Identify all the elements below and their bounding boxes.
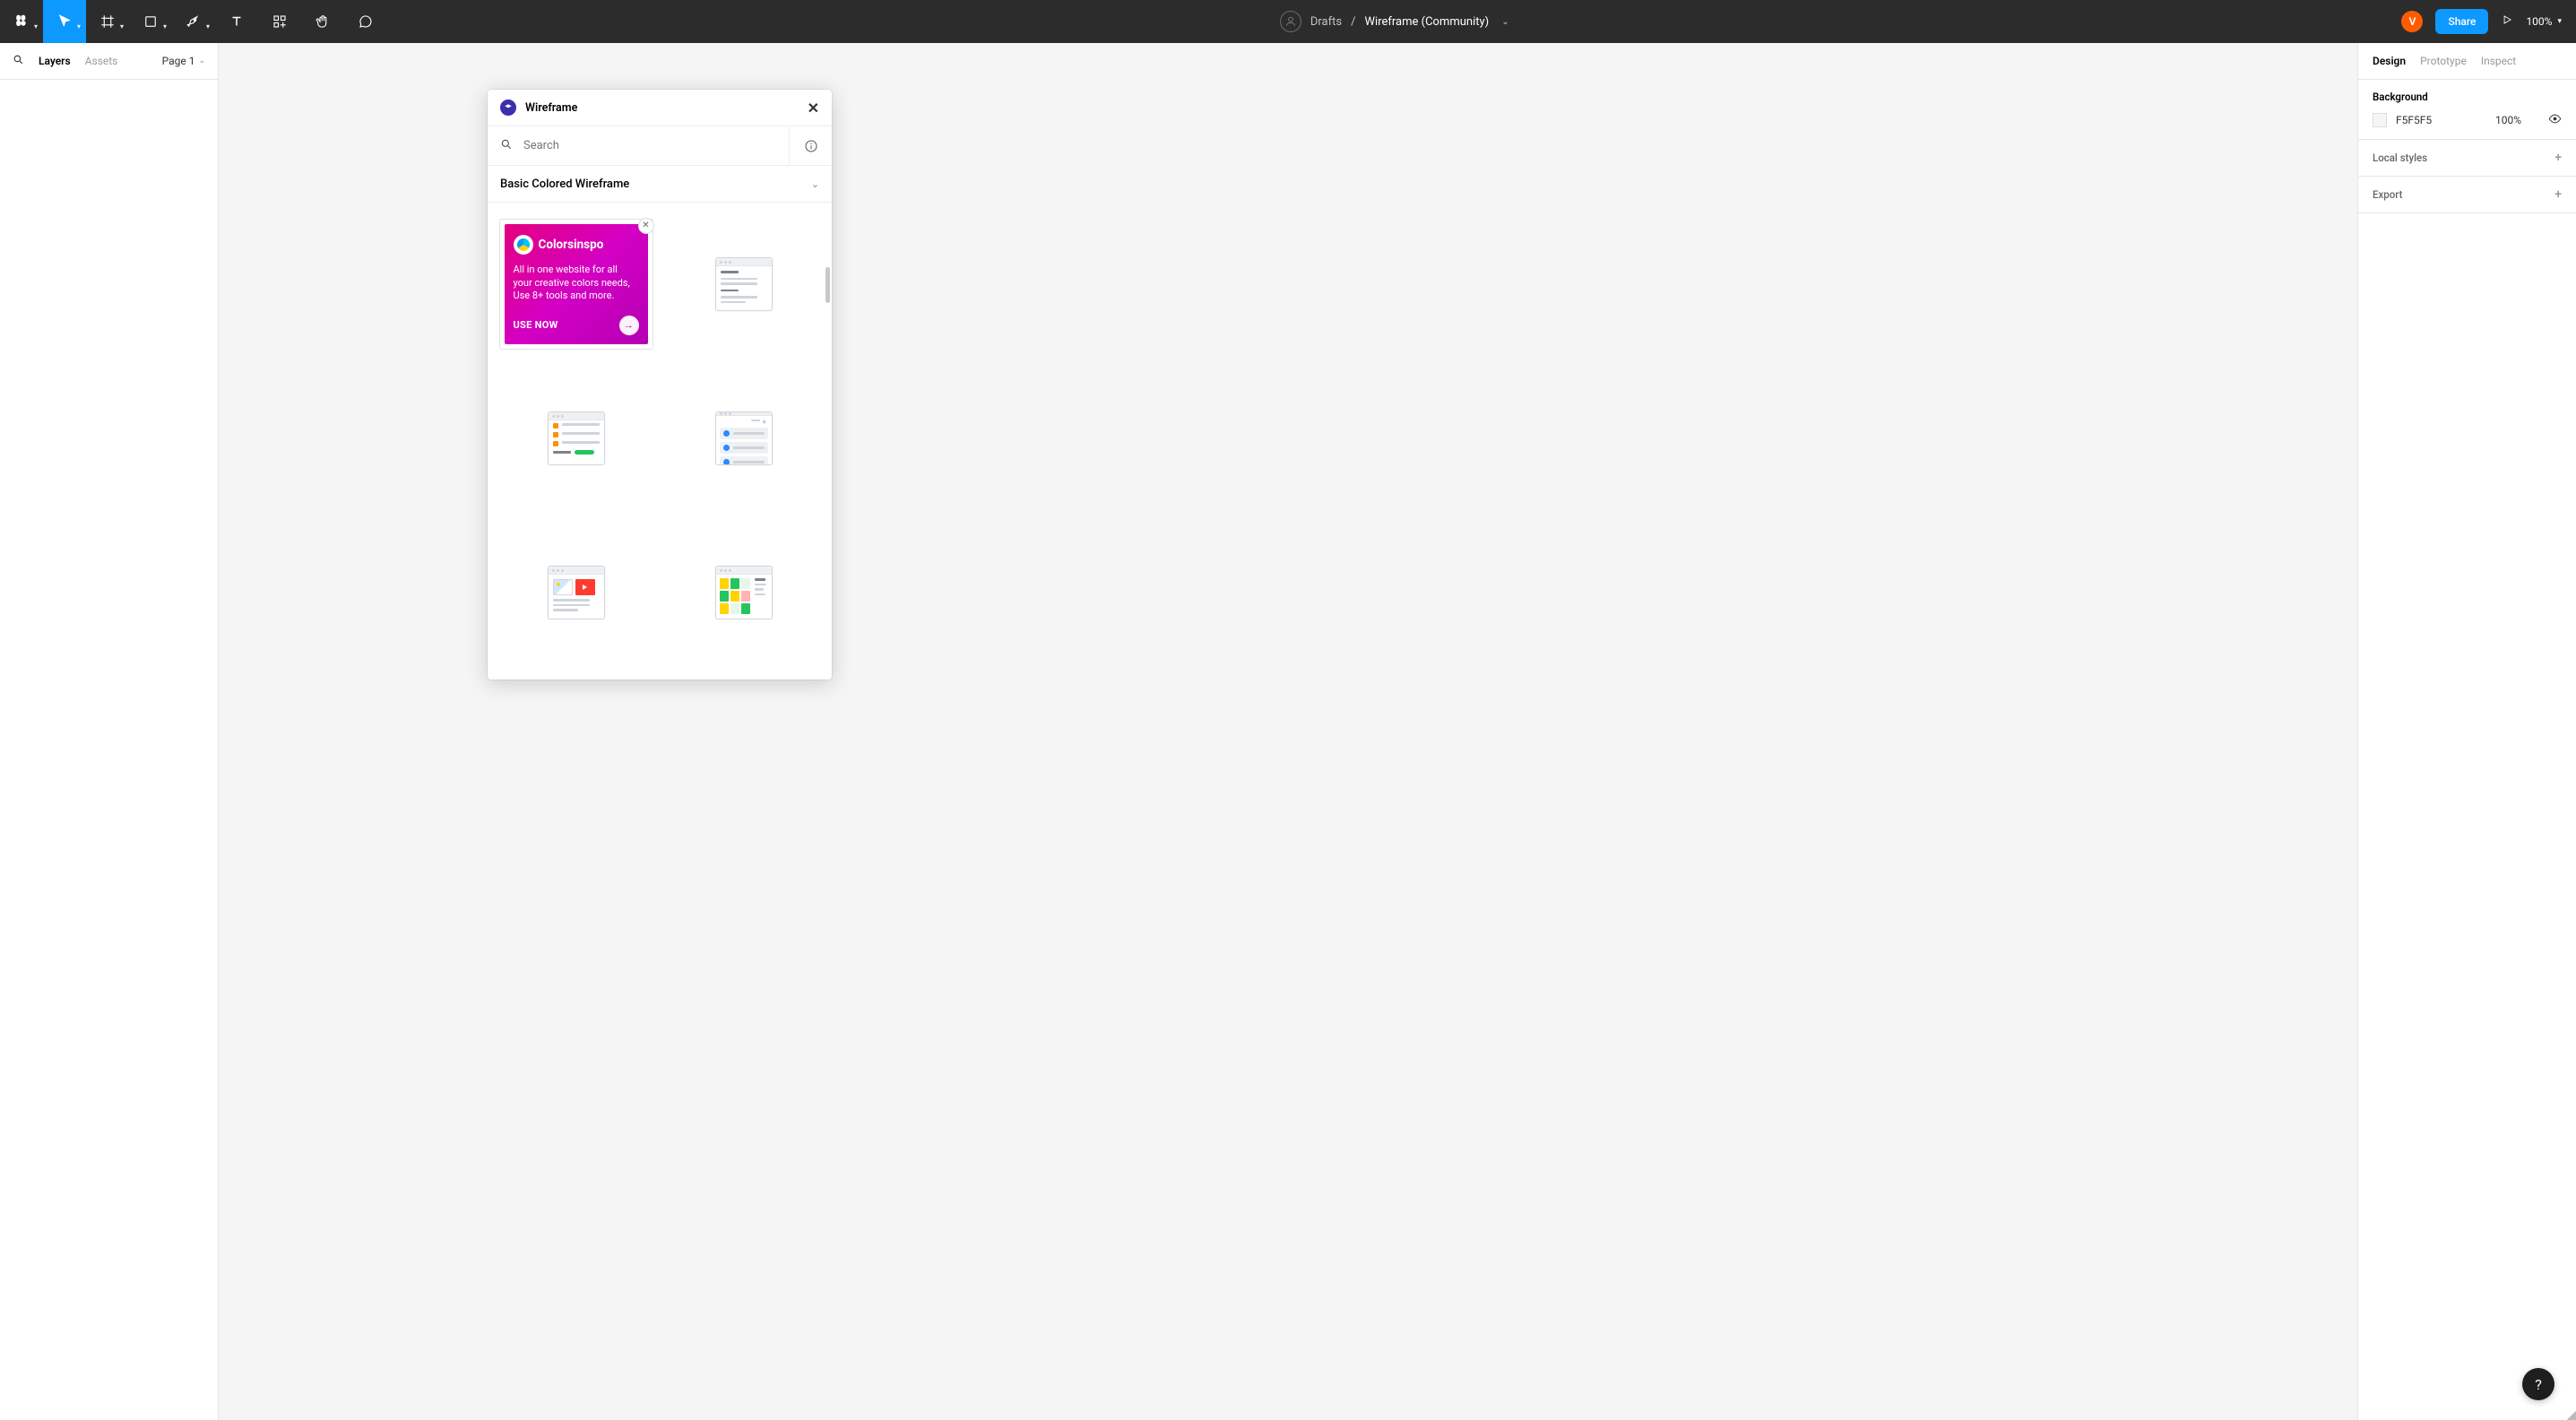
- tab-inspect[interactable]: Inspect: [2481, 55, 2516, 67]
- zoom-value: 100%: [2526, 15, 2552, 28]
- help-button[interactable]: ?: [2522, 1368, 2554, 1400]
- tab-design[interactable]: Design: [2373, 55, 2406, 67]
- workspace: Layers Assets Page 1 ⌄ Wireframe ✕: [0, 43, 2576, 1420]
- chevron-down-icon[interactable]: ⌄: [1501, 17, 1508, 27]
- breadcrumb-root[interactable]: Drafts: [1310, 15, 1342, 29]
- breadcrumb-separator: /: [1351, 15, 1355, 29]
- chevron-down-icon: ▾: [163, 22, 167, 30]
- local-styles-section: Local styles +: [2358, 140, 2576, 177]
- popover-title: Wireframe: [525, 101, 577, 115]
- background-section: Background F5F5F5 100%: [2358, 80, 2576, 140]
- info-button[interactable]: [789, 126, 832, 165]
- owner-avatar-icon[interactable]: [1280, 11, 1301, 32]
- tab-assets[interactable]: Assets: [85, 55, 118, 67]
- move-tool-button[interactable]: ▾: [43, 0, 86, 43]
- chevron-down-icon: ▾: [2557, 17, 2562, 26]
- background-title: Background: [2373, 91, 2562, 103]
- asset-item[interactable]: [661, 516, 826, 669]
- background-hex[interactable]: F5F5F5: [2396, 114, 2432, 126]
- frame-tool-button[interactable]: ▾: [86, 0, 129, 43]
- right-panel: Design Prototype Inspect Background F5F5…: [2357, 43, 2576, 1420]
- export-title: Export: [2373, 188, 2402, 201]
- export-section: Export +: [2358, 177, 2576, 213]
- asset-item[interactable]: [493, 516, 659, 669]
- promo-close-icon[interactable]: ✕: [638, 218, 654, 234]
- chevron-down-icon: ⌄: [198, 56, 205, 65]
- current-user-avatar[interactable]: V: [2401, 11, 2423, 32]
- background-opacity[interactable]: 100%: [2495, 114, 2521, 126]
- page-label: Page 1: [162, 55, 195, 67]
- main-menu-button[interactable]: ▾: [0, 0, 43, 43]
- local-styles-title: Local styles: [2373, 152, 2427, 164]
- search-icon: [500, 137, 513, 154]
- library-icon: [500, 100, 516, 116]
- asset-item[interactable]: [493, 671, 659, 680]
- asset-item[interactable]: [661, 671, 826, 680]
- add-export-button[interactable]: +: [2554, 187, 2562, 202]
- tab-prototype[interactable]: Prototype: [2420, 55, 2467, 67]
- chevron-down-icon: ▾: [34, 22, 38, 30]
- tool-group-left: ▾ ▾ ▾ ▾ ▾: [0, 0, 387, 43]
- promo-brand-name: Colorsinspo: [539, 237, 604, 253]
- left-panel-tabs: Layers Assets Page 1 ⌄: [0, 43, 218, 80]
- search-box: [488, 126, 789, 165]
- text-tool-button[interactable]: [215, 0, 258, 43]
- assets-grid: ✕ Colorsinspo All in one website for all…: [493, 208, 826, 680]
- left-panel: Layers Assets Page 1 ⌄: [0, 43, 219, 1420]
- chevron-down-icon: ▾: [77, 22, 81, 30]
- hand-tool-button[interactable]: [301, 0, 344, 43]
- promo-brand: Colorsinspo: [514, 235, 639, 255]
- search-icon[interactable]: [13, 54, 24, 68]
- page-selector[interactable]: Page 1 ⌄: [162, 55, 205, 67]
- tab-layers[interactable]: Layers: [39, 55, 71, 67]
- popover-search-row: [488, 126, 832, 166]
- popover-section-header[interactable]: Basic Colored Wireframe ⌄: [488, 166, 832, 203]
- comment-tool-button[interactable]: [344, 0, 387, 43]
- popover-body[interactable]: ✕ Colorsinspo All in one website for all…: [488, 203, 832, 680]
- window-resize-handle[interactable]: [2567, 1411, 2576, 1420]
- search-input[interactable]: [523, 139, 776, 152]
- promo-content: Colorsinspo All in one website for all y…: [505, 224, 648, 345]
- colorsinspo-logo-icon: [514, 235, 533, 255]
- pen-tool-button[interactable]: ▾: [172, 0, 215, 43]
- chevron-down-icon: ⌄: [811, 178, 819, 190]
- promo-card-cell: ✕ Colorsinspo All in one website for all…: [493, 208, 659, 360]
- chevron-down-icon: ▾: [206, 22, 210, 30]
- promo-copy: All in one website for all your creative…: [514, 264, 639, 304]
- color-swatch[interactable]: [2373, 113, 2387, 127]
- asset-item[interactable]: [661, 208, 826, 360]
- promo-card[interactable]: ✕ Colorsinspo All in one website for all…: [499, 219, 653, 351]
- popover-header: Wireframe ✕: [488, 90, 832, 126]
- present-button[interactable]: [2501, 13, 2513, 30]
- promo-cta[interactable]: USE NOW →: [514, 316, 639, 335]
- arrow-right-icon: →: [619, 316, 639, 335]
- breadcrumb: Drafts / Wireframe (Community) ⌄: [387, 11, 2401, 32]
- toolbar-right: V Share 100% ▾: [2401, 9, 2576, 34]
- top-toolbar: ▾ ▾ ▾ ▾ ▾: [0, 0, 2576, 43]
- asset-item[interactable]: +: [661, 362, 826, 515]
- asset-item[interactable]: [493, 362, 659, 515]
- share-button[interactable]: Share: [2435, 9, 2488, 34]
- background-row[interactable]: F5F5F5 100%: [2373, 112, 2562, 128]
- zoom-control[interactable]: 100% ▾: [2526, 15, 2562, 28]
- right-panel-tabs: Design Prototype Inspect: [2358, 43, 2576, 80]
- resources-tool-button[interactable]: [258, 0, 301, 43]
- assets-popover: Wireframe ✕ Basic Colored Wireframe ⌄: [488, 90, 832, 680]
- shape-tool-button[interactable]: ▾: [129, 0, 172, 43]
- visibility-icon[interactable]: [2548, 112, 2562, 128]
- section-title: Basic Colored Wireframe: [500, 178, 629, 191]
- chevron-down-icon: ▾: [120, 22, 124, 30]
- canvas[interactable]: Wireframe ✕ Basic Colored Wireframe ⌄: [219, 43, 2357, 1420]
- document-name[interactable]: Wireframe (Community): [1365, 15, 1490, 29]
- close-icon[interactable]: ✕: [808, 100, 819, 117]
- promo-cta-label: USE NOW: [514, 319, 558, 333]
- add-style-button[interactable]: +: [2554, 151, 2562, 165]
